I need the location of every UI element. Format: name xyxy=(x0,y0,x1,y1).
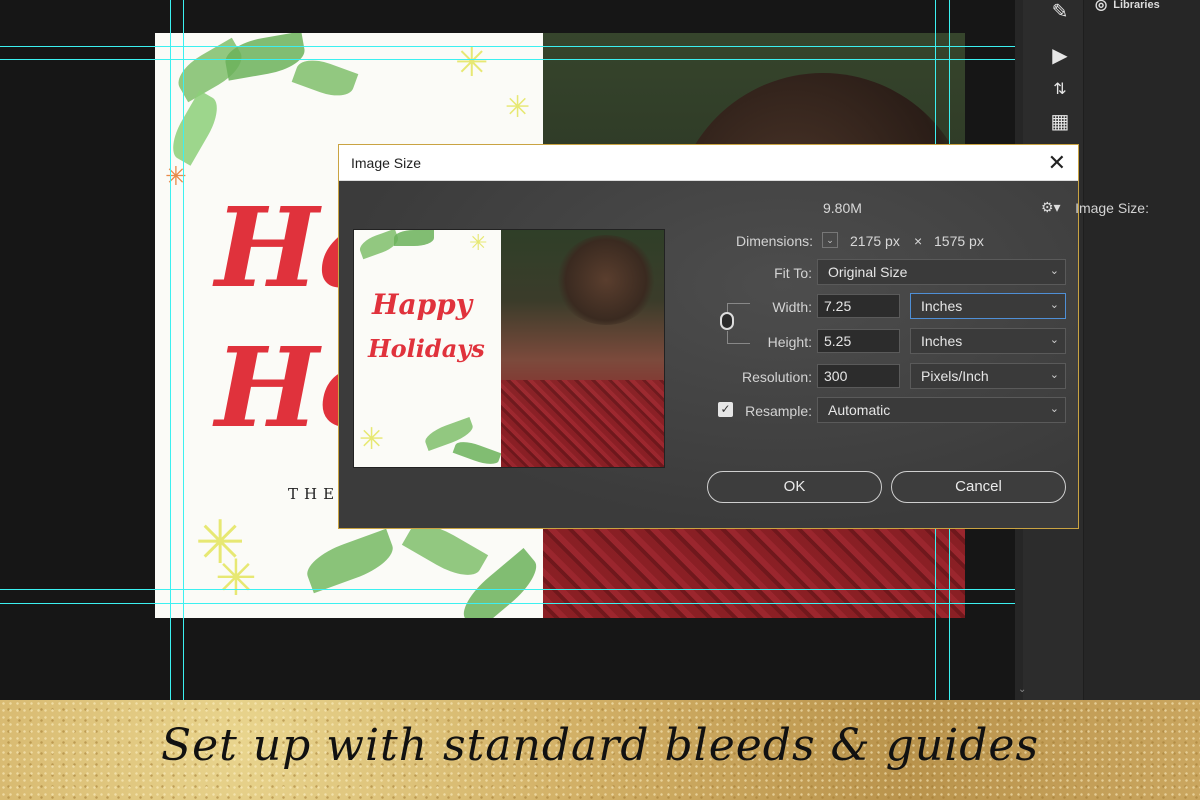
image-preview[interactable]: ✳ Happy Holidays ✳ xyxy=(353,229,665,468)
guide-horizontal[interactable] xyxy=(0,589,1015,590)
dimensions-width: 2175 px xyxy=(850,233,900,249)
guide-vertical[interactable] xyxy=(170,0,171,700)
width-input[interactable]: 7.25 xyxy=(817,294,900,318)
libraries-tab[interactable]: ◎ Libraries xyxy=(1095,0,1160,13)
resolution-label: Resolution: xyxy=(741,369,812,385)
image-size-label: Image Size: xyxy=(1075,200,1149,216)
resample-label: Resample: xyxy=(745,403,812,419)
image-size-value: 9.80M xyxy=(823,200,862,216)
image-size-dialog: Image Size ✕ ✳ Happy Holidays ✳ Image Si… xyxy=(338,144,1149,529)
fit-to-label: Fit To: xyxy=(774,265,812,281)
guide-horizontal[interactable] xyxy=(0,603,1015,604)
close-icon[interactable]: ✕ xyxy=(1048,151,1066,174)
resample-select[interactable]: Automatic ⌄ xyxy=(817,397,1066,423)
play-icon[interactable]: ▶ xyxy=(1048,44,1072,68)
chevron-down-icon: ⌄ xyxy=(1049,369,1059,381)
card-signoff: THE xyxy=(288,485,341,503)
height-input[interactable]: 5.25 xyxy=(817,329,900,353)
width-unit-value: Inches xyxy=(921,298,963,314)
dimensions-times: × xyxy=(914,233,923,249)
libraries-label: Libraries xyxy=(1113,0,1160,11)
width-unit-select[interactable]: Inches ⌄ xyxy=(910,293,1066,319)
scroll-down-icon[interactable]: ⌄ xyxy=(1018,684,1026,695)
height-unit-select[interactable]: Inches ⌄ xyxy=(910,328,1066,354)
resolution-unit-value: Pixels/Inch xyxy=(921,368,989,384)
caption-text: Set up with standard bleeds & guides xyxy=(160,720,1040,771)
creative-cloud-icon: ◎ xyxy=(1095,0,1108,12)
dialog-titlebar[interactable]: Image Size ✕ xyxy=(339,145,1078,181)
caption-banner: Set up with standard bleeds & guides xyxy=(0,700,1200,800)
preview-card-left: ✳ Happy Holidays ✳ xyxy=(354,230,502,467)
resolution-input[interactable]: 300 xyxy=(817,364,900,388)
dimensions-unit-toggle[interactable]: ⌄ xyxy=(822,232,838,248)
guide-vertical[interactable] xyxy=(183,0,184,700)
dialog-body: ✳ Happy Holidays ✳ Image Size: 9.80M ⚙▾ … xyxy=(339,181,1149,528)
dimensions-height: 1575 px xyxy=(934,233,984,249)
fit-to-value: Original Size xyxy=(828,264,908,280)
chevron-down-icon: ⌄ xyxy=(1049,334,1059,346)
preview-photo xyxy=(501,230,664,467)
resample-value: Automatic xyxy=(828,402,891,418)
resolution-unit-select[interactable]: Pixels/Inch ⌄ xyxy=(910,363,1066,389)
dimensions-label: Dimensions: xyxy=(735,233,813,249)
history-icon[interactable]: ⇅ xyxy=(1048,78,1072,102)
height-label: Height: xyxy=(767,334,812,350)
ok-button[interactable]: OK xyxy=(707,471,882,503)
chevron-down-icon: ⌄ xyxy=(1049,265,1059,277)
cancel-button[interactable]: Cancel xyxy=(891,471,1066,503)
guide-horizontal[interactable] xyxy=(0,59,1015,60)
brush-icon[interactable]: ✎ xyxy=(1048,0,1072,24)
height-unit-value: Inches xyxy=(921,333,963,349)
chevron-down-icon: ⌄ xyxy=(1049,403,1059,415)
preview-script-line2: Holidays xyxy=(368,334,485,363)
width-label: Width: xyxy=(772,299,812,315)
guide-horizontal[interactable] xyxy=(0,46,1015,47)
grid-icon[interactable]: ▦ xyxy=(1048,110,1072,134)
chevron-down-icon: ⌄ xyxy=(1049,299,1059,311)
fit-to-select[interactable]: Original Size ⌄ xyxy=(817,259,1066,285)
dialog-title: Image Size xyxy=(351,154,422,171)
preview-script-line1: Happy xyxy=(372,288,473,321)
gear-icon[interactable]: ⚙▾ xyxy=(1041,199,1061,216)
